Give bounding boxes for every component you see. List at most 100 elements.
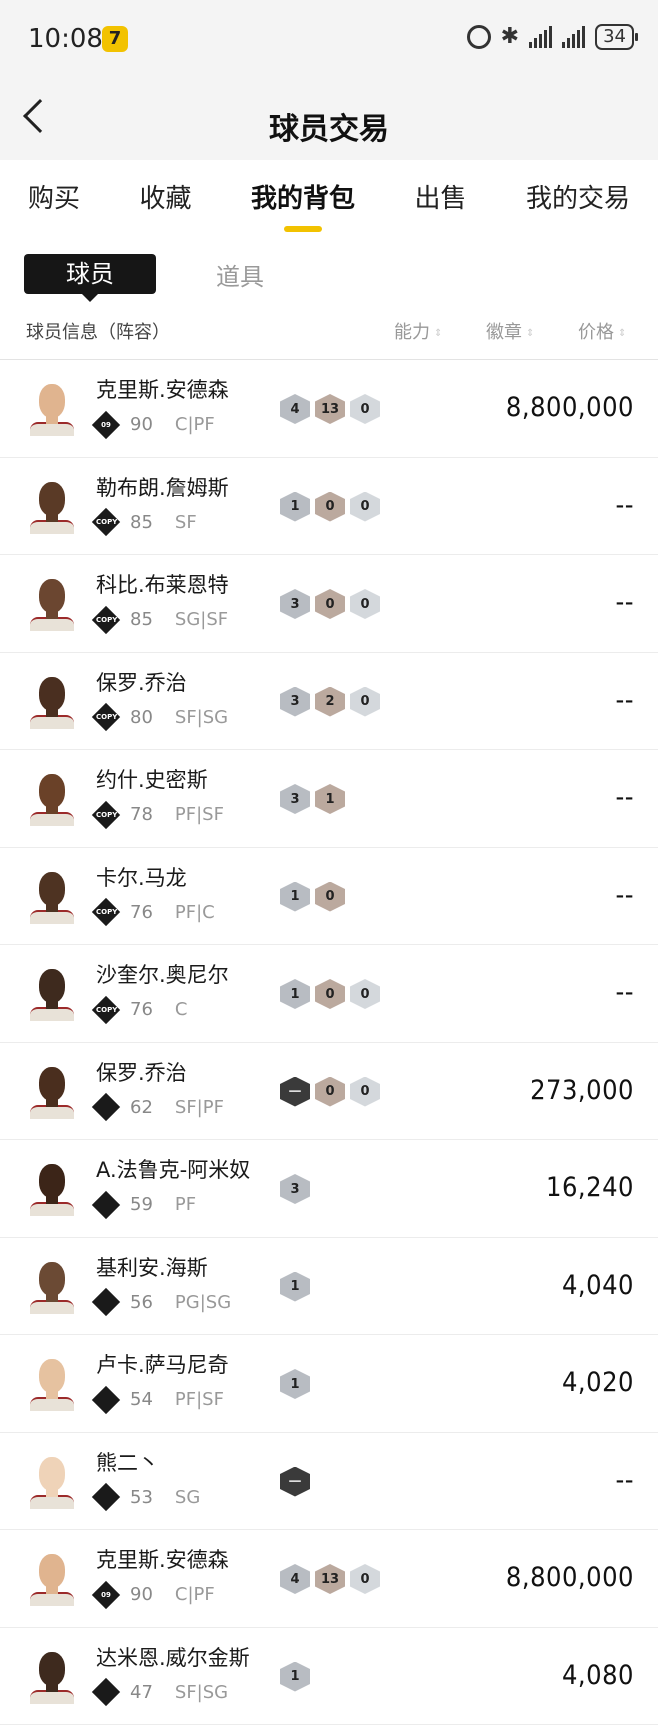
player-avatar (24, 478, 80, 534)
player-row[interactable]: 克里斯.安德森 09 90 C|PF 4 13 0 8,800,000 (0, 360, 658, 458)
player-row[interactable]: 基利安.海斯 56 PG|SG 1 4,040 (0, 1238, 658, 1335)
player-price: 8,800,000 (505, 392, 634, 423)
player-badges: —0 0 (280, 1076, 380, 1107)
player-price: -- (615, 684, 634, 716)
player-position: SG|SF (174, 609, 229, 630)
player-row[interactable]: 科比.布莱恩特 COPY 85 SG|SF 300 -- (0, 555, 658, 653)
player-overall: 80 (130, 706, 153, 728)
player-price: 16,240 (546, 1172, 634, 1203)
bluetooth-icon: ✱ (500, 24, 520, 49)
player-row[interactable]: 卡尔.马龙 COPY 76 PF|C 10 -- (0, 848, 658, 945)
player-price: 4,080 (561, 1659, 634, 1691)
player-name: 保罗.乔治 (96, 1060, 187, 1085)
player-position: PF|C (174, 901, 215, 923)
avatar-head (39, 969, 65, 1003)
player-avatar (24, 1258, 80, 1314)
player-badges: 300 (280, 589, 380, 619)
badge-hex: 4 (280, 1564, 310, 1594)
player-name: 卡尔.马龙 (96, 865, 187, 890)
rating-bars-icon (91, 1385, 121, 1414)
sort-badge-label: 徽章 (486, 322, 522, 343)
badge-hex: 0 (315, 881, 345, 912)
badge-hex: 0 (350, 394, 380, 424)
card-tag-icon: COPY (91, 702, 121, 732)
player-avatar (24, 1160, 80, 1216)
player-name: 克里斯.安德森 (96, 378, 229, 402)
avatar-head (39, 1359, 65, 1393)
badge-hex: 13 (315, 1564, 345, 1594)
player-row[interactable]: 熊二丶 53 SG — -- (0, 1433, 658, 1530)
tab-my-backpack[interactable]: 我的背包 (251, 160, 355, 234)
player-overall: 76 (130, 901, 153, 923)
avatar-head (39, 676, 65, 711)
badge-hex: 3 (280, 686, 310, 717)
card-tag-label: COPY (96, 615, 118, 624)
player-name: 约什.史密斯 (96, 768, 208, 792)
player-badges: 4 13 0 (280, 1564, 380, 1594)
player-row[interactable]: A.法鲁克-阿米奴 59 PF 3 16,240 (0, 1140, 658, 1238)
badge-hex: 0 (350, 1564, 380, 1594)
player-row[interactable]: 保罗.乔治 62 SF|PF —0 0 273,000 (0, 1043, 658, 1140)
avatar-jersey (30, 812, 74, 826)
player-meta: COPY 80 SF|SG (91, 702, 228, 732)
player-row[interactable]: 保罗.乔治 COPY 80 SF|SG 320 -- (0, 653, 658, 750)
card-tag-label: COPY (96, 908, 118, 916)
avatar-jersey (30, 519, 74, 534)
sort-badge[interactable]: 徽章 ⇕ (486, 318, 534, 344)
badge-hex: 4 (280, 394, 310, 424)
badge-hex: 1 (280, 979, 310, 1009)
badge-hex: 0 (315, 979, 345, 1009)
card-tag-label: COPY (96, 1005, 118, 1014)
alarm-icon (466, 25, 491, 49)
badge-hex: 0 (350, 589, 380, 619)
segment-items[interactable]: 道具 (216, 257, 264, 292)
segment-players[interactable]: 球员 (24, 254, 156, 294)
avatar-jersey (30, 1689, 74, 1704)
badge-hex: 3 (280, 1174, 310, 1204)
badge-hex: 0 (350, 686, 380, 717)
player-meta: 62 SF|PF (91, 1092, 224, 1122)
player-avatar (24, 380, 80, 436)
player-overall: 53 (130, 1486, 153, 1508)
tab-favorites[interactable]: 收藏 (139, 160, 191, 234)
badge-hex: 1 (280, 1271, 310, 1302)
tab-sell[interactable]: 出售 (414, 160, 466, 234)
tab-my-trades[interactable]: 我的交易 (526, 160, 630, 234)
badge-hex: 3 (280, 784, 310, 814)
avatar-head (39, 384, 65, 418)
rating-bars-icon (91, 1677, 121, 1707)
rating-bars-icon (91, 1190, 121, 1219)
page-title: 球员交易 (269, 112, 389, 147)
sort-ability[interactable]: 能力 ⇕ (394, 318, 442, 344)
avatar-head (39, 1554, 65, 1588)
player-avatar (24, 1550, 80, 1606)
player-name: 克里斯.安德森 (96, 1548, 229, 1572)
player-overall: 56 (130, 1291, 153, 1313)
badge-hex: 0 (350, 1076, 380, 1107)
player-row[interactable]: 克里斯.安德森 09 90 C|PF 4 13 0 8,800,000 (0, 1530, 658, 1628)
player-row[interactable]: 沙奎尔.奥尼尔 COPY 76 C 100 -- (0, 945, 658, 1043)
player-row[interactable]: 达米恩.威尔金斯 47 SF|SG 1 4,080 (0, 1628, 658, 1725)
rating-bars-icon (91, 1287, 121, 1317)
player-position: C (174, 999, 188, 1020)
sort-price[interactable]: 价格 ⇕ (578, 318, 626, 344)
player-meta: COPY 85 SF (91, 507, 197, 537)
player-price: -- (615, 489, 634, 521)
player-row[interactable]: 约什.史密斯 COPY 78 PF|SF 31 -- (0, 750, 658, 848)
player-row[interactable]: 勒布朗.詹姆斯 COPY 85 SF 100 -- (0, 458, 658, 555)
player-name: 保罗.乔治 (96, 670, 187, 695)
avatar-jersey (30, 1104, 74, 1119)
avatar-jersey (30, 1202, 74, 1216)
avatar-head (39, 1164, 65, 1198)
player-name: 达米恩.威尔金斯 (96, 1645, 250, 1670)
badge-hex: 0 (315, 589, 345, 619)
player-row[interactable]: 卢卡.萨马尼奇 54 PF|SF 1 4,020 (0, 1335, 658, 1433)
card-tag-label: COPY (96, 713, 118, 721)
avatar-jersey (30, 617, 74, 631)
badge-hex: 1 (280, 491, 310, 522)
avatar-head (39, 1261, 65, 1296)
status-time: 10:08 (28, 24, 103, 54)
card-tag-icon: 09 (91, 1580, 121, 1609)
tab-buy[interactable]: 购买 (28, 160, 80, 234)
rating-bars-icon (91, 1092, 121, 1122)
